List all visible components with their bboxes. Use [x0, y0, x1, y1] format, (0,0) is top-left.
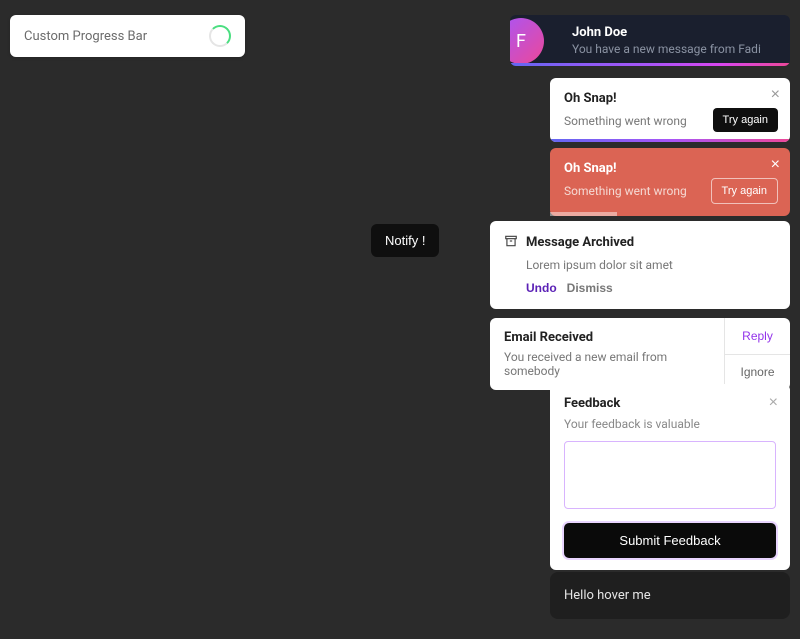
- error-title: Oh Snap!: [564, 91, 776, 106]
- message-title: John Doe: [572, 25, 776, 40]
- try-again-button[interactable]: Try again: [711, 178, 778, 204]
- hover-card[interactable]: Hello hover me: [550, 572, 790, 619]
- submit-feedback-button[interactable]: Submit Feedback: [564, 523, 776, 558]
- dismiss-button[interactable]: Dismiss: [567, 281, 613, 295]
- message-subtitle: You have a new message from Fadi: [572, 42, 776, 56]
- error-notification-light: × Oh Snap! Something went wrong Try agai…: [550, 78, 790, 142]
- progress-line: [550, 139, 790, 142]
- try-again-button[interactable]: Try again: [713, 108, 778, 132]
- reply-button[interactable]: Reply: [725, 318, 790, 355]
- close-icon[interactable]: ×: [769, 394, 778, 412]
- close-icon[interactable]: ×: [771, 86, 780, 104]
- feedback-title: Feedback: [564, 396, 776, 411]
- error-notification-danger: × Oh Snap! Something went wrong Try agai…: [550, 148, 790, 216]
- archived-notification: Message Archived Lorem ipsum dolor sit a…: [490, 221, 790, 309]
- notify-button[interactable]: Notify !: [371, 224, 439, 257]
- progress-label: Custom Progress Bar: [24, 29, 147, 44]
- email-subtitle: You received a new email from somebody: [504, 350, 710, 378]
- close-icon[interactable]: ×: [771, 156, 780, 174]
- spinner-icon: [209, 25, 231, 47]
- archived-title: Message Archived: [526, 235, 634, 250]
- email-notification: Email Received You received a new email …: [490, 318, 790, 390]
- error-title: Oh Snap!: [564, 161, 776, 176]
- hover-text: Hello hover me: [564, 588, 651, 603]
- progress-line: [550, 212, 617, 216]
- progress-card: Custom Progress Bar: [10, 15, 245, 57]
- progress-line: [510, 63, 790, 66]
- feedback-subtitle: Your feedback is valuable: [564, 417, 776, 431]
- feedback-card: × Feedback Your feedback is valuable Sub…: [550, 384, 790, 570]
- feedback-textarea[interactable]: [564, 441, 776, 509]
- undo-button[interactable]: Undo: [526, 281, 557, 295]
- email-title: Email Received: [504, 330, 710, 345]
- archived-subtitle: Lorem ipsum dolor sit amet: [526, 258, 776, 272]
- archive-icon: [504, 233, 518, 252]
- avatar: F: [510, 18, 544, 64]
- message-notification[interactable]: F John Doe You have a new message from F…: [510, 15, 790, 66]
